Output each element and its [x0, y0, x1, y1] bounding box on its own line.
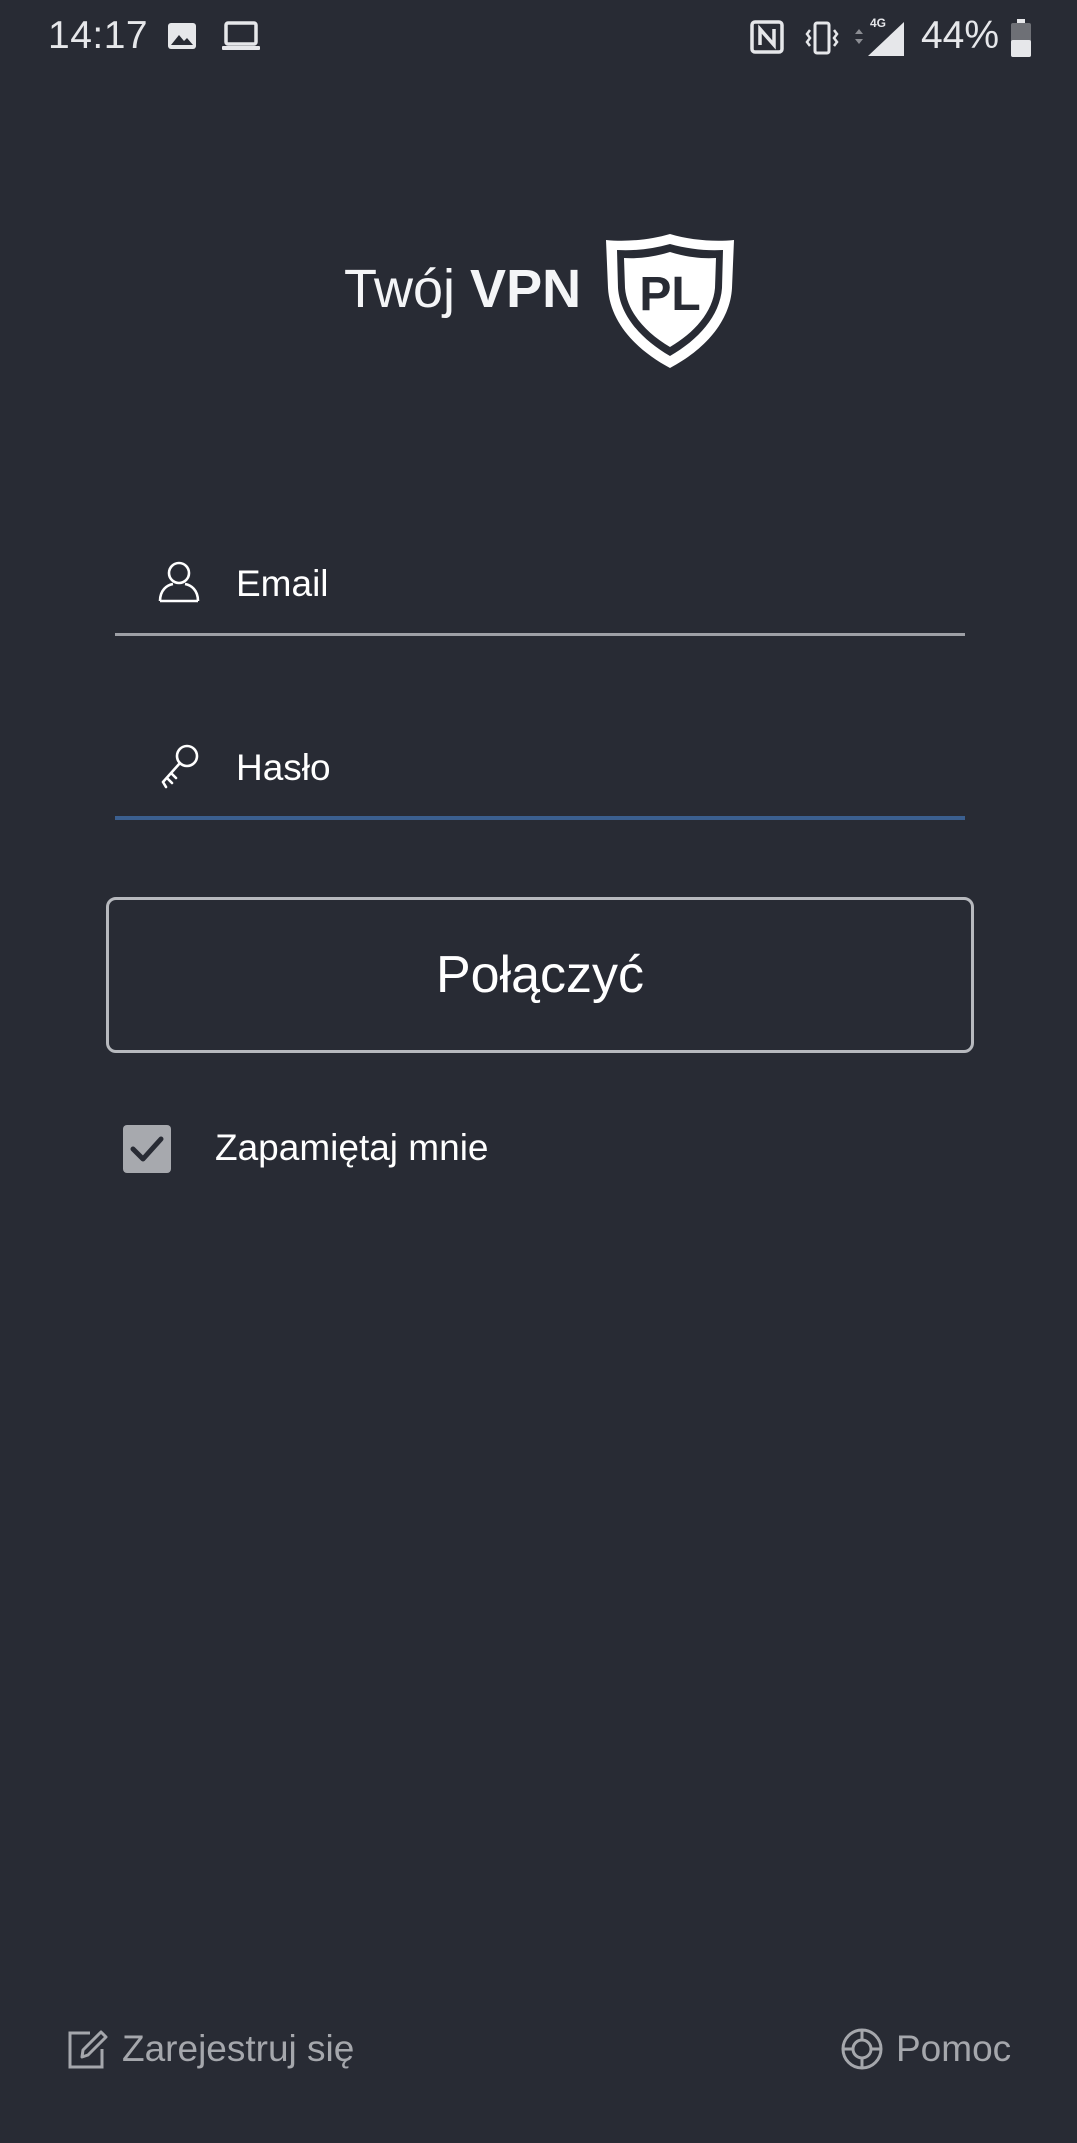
remember-me-row[interactable]: Zapamiętaj mnie	[123, 1124, 623, 1174]
register-label: Zarejestruj się	[122, 2028, 355, 2069]
user-icon	[157, 558, 201, 609]
email-field[interactable]	[115, 544, 965, 636]
laptop-icon	[221, 20, 261, 59]
app-logo: Twój VPN PL	[344, 232, 744, 372]
signal-icon: 4G	[852, 16, 908, 63]
login-screen: 14:17 4G 44% Twój VPN PL Email Połączyć …	[0, 0, 1077, 2143]
lifebuoy-icon	[840, 2027, 884, 2076]
nfc-icon	[750, 20, 784, 59]
shield-logo-icon: PL	[602, 232, 738, 375]
battery-icon	[1010, 18, 1032, 63]
password-input[interactable]	[236, 732, 936, 804]
image-icon	[166, 20, 198, 57]
help-label: Pomoc	[896, 2028, 1012, 2069]
logo-wordmark: Twój VPN	[344, 259, 582, 319]
email-input[interactable]	[236, 548, 936, 620]
battery-percent: 44%	[920, 14, 999, 57]
logo-badge-text: PL	[639, 268, 700, 321]
status-bar: 14:17 4G 44%	[0, 0, 1077, 76]
password-field[interactable]	[115, 728, 965, 820]
key-icon	[157, 742, 201, 795]
remember-me-label: Zapamiętaj mnie	[215, 1127, 489, 1168]
checkmark-icon	[130, 1136, 164, 1162]
remember-me-checkbox[interactable]	[123, 1125, 171, 1173]
connect-button[interactable]: Połączyć	[106, 897, 974, 1053]
status-time: 14:17	[48, 14, 149, 57]
edit-icon	[66, 2027, 108, 2076]
vibrate-icon	[804, 20, 840, 61]
network-type-label: 4G	[870, 16, 886, 30]
